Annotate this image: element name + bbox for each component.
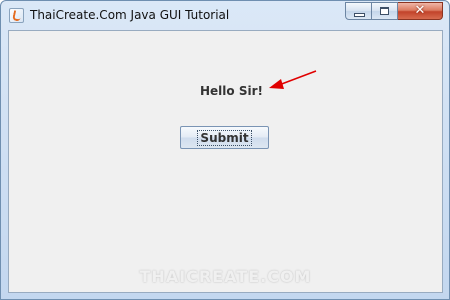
window-title: ThaiCreate.Com Java GUI Tutorial [30,8,230,22]
app-window: ThaiCreate.Com Java GUI Tutorial ✕ Hello… [0,0,450,300]
maximize-icon [380,7,389,15]
watermark: THAICREATE.COM [139,267,312,286]
submit-button[interactable]: Submit [180,126,269,149]
submit-button-label: Submit [197,129,252,146]
hello-label: Hello Sir! [200,84,263,98]
close-icon: ✕ [414,3,426,18]
java-icon[interactable] [9,8,24,23]
title-bar[interactable]: ThaiCreate.Com Java GUI Tutorial ✕ [1,1,449,29]
content-panel: Hello Sir! Submit THAICREATE.COM [8,30,443,293]
window-controls: ✕ [345,2,443,20]
minimize-button[interactable] [345,2,372,20]
annotation-arrow [269,70,317,89]
maximize-button[interactable] [372,2,398,20]
minimize-icon [354,13,365,17]
close-button[interactable]: ✕ [398,2,443,20]
